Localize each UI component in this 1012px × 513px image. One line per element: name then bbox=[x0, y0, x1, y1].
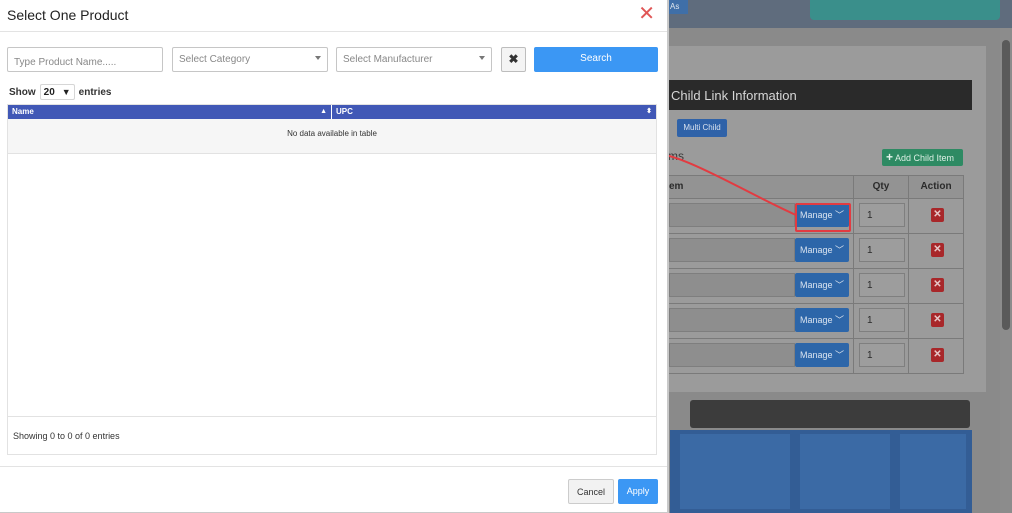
delete-icon[interactable]: ✕ bbox=[931, 278, 944, 292]
table-info: Showing 0 to 0 of 0 entries bbox=[8, 416, 656, 454]
topbar-tab: As bbox=[668, 0, 688, 14]
select-product-modal: Select One Product ✕ Select Category Sel… bbox=[0, 0, 669, 513]
chevron-down-icon: ﹀ bbox=[832, 350, 845, 360]
sort-both-icon: ⬍ bbox=[646, 108, 652, 115]
modal-header: Select One Product ✕ bbox=[0, 0, 667, 32]
column-upc[interactable]: UPC ⬍ bbox=[332, 105, 656, 119]
caret-down-icon bbox=[315, 56, 321, 60]
apply-button[interactable]: Apply bbox=[618, 479, 658, 504]
chevron-down-icon: ﹀ bbox=[832, 280, 845, 290]
category-select-label: Select Category bbox=[179, 54, 251, 65]
lower-section bbox=[670, 430, 972, 513]
manage-label: Manage bbox=[799, 350, 833, 360]
manufacturer-select[interactable]: Select Manufacturer bbox=[336, 47, 492, 72]
topbar-accent bbox=[810, 0, 1000, 20]
add-child-item-label: Add Child Item bbox=[895, 153, 955, 163]
header-action: Action bbox=[908, 176, 963, 198]
add-child-item-button[interactable]: + Add Child Item bbox=[882, 149, 963, 166]
column-upc-label: UPC bbox=[336, 107, 353, 116]
item-field[interactable] bbox=[669, 203, 795, 227]
search-button[interactable]: Search bbox=[534, 47, 658, 72]
qty-input[interactable]: 1 bbox=[859, 203, 905, 227]
entries-value: 20 bbox=[43, 87, 55, 98]
product-name-input[interactable] bbox=[7, 47, 163, 72]
clear-filters-button[interactable]: ✖ bbox=[501, 47, 526, 72]
table-row: Manage ﹀ 1 ✕ bbox=[668, 269, 964, 304]
cancel-button[interactable]: Cancel bbox=[568, 479, 614, 504]
delete-icon[interactable]: ✕ bbox=[931, 313, 944, 327]
item-field[interactable] bbox=[669, 343, 795, 367]
header-item: em bbox=[669, 181, 684, 192]
item-field[interactable] bbox=[669, 273, 795, 297]
header-qty: Qty bbox=[853, 176, 908, 198]
child-table-header: em Qty Action bbox=[668, 175, 964, 199]
empty-table-message: No data available in table bbox=[8, 119, 656, 154]
entries-select[interactable]: 20 ▼ bbox=[39, 84, 75, 100]
manufacturer-select-label: Select Manufacturer bbox=[343, 54, 433, 65]
scrollbar-thumb[interactable] bbox=[1002, 40, 1010, 330]
table-row: Manage ﹀ 1 ✕ bbox=[668, 304, 964, 339]
chevron-down-icon: ﹀ bbox=[832, 245, 845, 255]
multi-child-button[interactable]: Multi Child bbox=[677, 119, 727, 137]
entries-length: Show 20 ▼ entries bbox=[9, 84, 111, 100]
items-label: ms bbox=[668, 149, 684, 163]
page-scrollbar[interactable] bbox=[1000, 28, 1012, 513]
qty-input[interactable]: 1 bbox=[859, 238, 905, 262]
manage-dropdown-button[interactable]: Manage ﹀ bbox=[795, 308, 849, 332]
show-label: Show bbox=[9, 86, 36, 98]
caret-down-icon bbox=[479, 56, 485, 60]
manage-dropdown-button[interactable]: Manage ﹀ bbox=[795, 343, 849, 367]
item-field[interactable] bbox=[669, 308, 795, 332]
manage-dropdown-button[interactable]: Manage ﹀ bbox=[795, 238, 849, 262]
entries-label: entries bbox=[78, 86, 112, 98]
close-icon[interactable]: ✕ bbox=[638, 4, 655, 24]
chevron-down-icon: ﹀ bbox=[832, 315, 845, 325]
manage-button-highlight bbox=[795, 203, 851, 232]
delete-icon[interactable]: ✕ bbox=[931, 348, 944, 362]
lower-section-bar bbox=[690, 400, 970, 428]
table-row: Manage ﹀ 1 ✕ bbox=[668, 339, 964, 374]
column-name-label: Name bbox=[12, 107, 34, 116]
card-title: Child Link Information bbox=[668, 80, 972, 110]
manage-label: Manage bbox=[799, 245, 833, 255]
plus-icon: + bbox=[886, 150, 894, 164]
table-row: Manage ﹀ 1 ✕ bbox=[668, 234, 964, 269]
column-name[interactable]: Name ▲ bbox=[8, 105, 332, 119]
chevron-down-icon: ▼ bbox=[61, 87, 71, 97]
product-table-header: Name ▲ UPC ⬍ bbox=[8, 105, 656, 119]
qty-input[interactable]: 1 bbox=[859, 273, 905, 297]
category-select[interactable]: Select Category bbox=[172, 47, 328, 72]
delete-icon[interactable]: ✕ bbox=[931, 208, 944, 222]
delete-icon[interactable]: ✕ bbox=[931, 243, 944, 257]
qty-input[interactable]: 1 bbox=[859, 343, 905, 367]
modal-title: Select One Product bbox=[7, 7, 129, 23]
qty-input[interactable]: 1 bbox=[859, 308, 905, 332]
sort-asc-icon: ▲ bbox=[320, 108, 327, 115]
product-table: Name ▲ UPC ⬍ No data available in table … bbox=[7, 104, 657, 455]
manage-label: Manage bbox=[799, 315, 833, 325]
manage-label: Manage bbox=[799, 280, 833, 290]
manage-dropdown-button[interactable]: Manage ﹀ bbox=[795, 273, 849, 297]
item-field[interactable] bbox=[669, 238, 795, 262]
modal-footer: Cancel Apply bbox=[0, 466, 667, 513]
